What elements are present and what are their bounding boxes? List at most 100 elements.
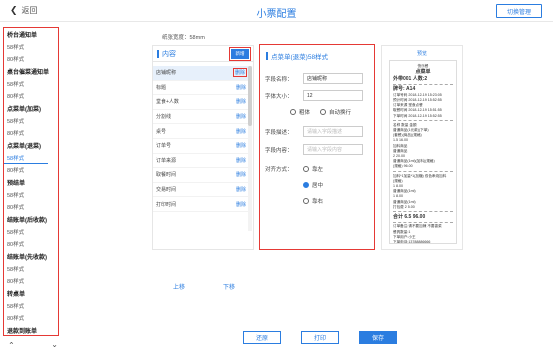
sidebar-group-label: 桥台通知单	[7, 33, 38, 39]
content-row[interactable]: 订单号 删除	[153, 139, 249, 154]
delete-row-button[interactable]: 删除	[236, 201, 246, 208]
sidebar-style-item[interactable]: 58样式	[4, 263, 58, 275]
content-row-label: 分割线	[156, 114, 172, 121]
title-accent-bar	[157, 49, 159, 58]
content-row[interactable]: 堂食+人数 删除	[153, 95, 249, 110]
delete-row-button[interactable]: 删除	[236, 128, 246, 135]
alignment-radio[interactable]	[303, 166, 309, 172]
delete-row-button[interactable]: 删除	[236, 157, 246, 164]
field-description-row: 字段描述： 请输入字段描述	[265, 126, 363, 137]
content-row[interactable]: 订单来源 删除	[153, 154, 249, 169]
receipt-line: 下单时间 2018-12-19 15:52:55	[393, 113, 442, 118]
content-row[interactable]: 分割线 删除	[153, 110, 249, 125]
receipt-divider	[393, 83, 453, 85]
sidebar-style-item[interactable]: 80样式	[4, 312, 58, 324]
delete-row-button[interactable]: 删除	[236, 171, 246, 178]
add-field-button[interactable]: 新增	[229, 46, 251, 61]
content-list-header: 内容 新增	[153, 46, 253, 62]
content-row[interactable]: 桌号 删除	[153, 124, 249, 139]
content-scrollbar[interactable]	[248, 66, 252, 231]
style-options-row: 粗体 自动换行	[290, 108, 351, 116]
field-content-input[interactable]: 请输入字段内容	[303, 144, 363, 155]
sidebar-style-item[interactable]: 80样式	[4, 53, 58, 65]
receipt-line: 外带001 人数:2	[393, 75, 428, 82]
sidebar-style-item[interactable]: 80样式	[4, 164, 58, 176]
alignment-option-label: 靠右	[312, 199, 324, 205]
content-title: 内容	[157, 49, 176, 59]
content-row[interactable]: 取餐时间 删除	[153, 168, 249, 183]
font-size-input[interactable]: 12	[303, 90, 363, 101]
auto-wrap-radio[interactable]	[320, 109, 327, 115]
sidebar-style-item[interactable]: 80样式	[4, 127, 58, 139]
sidebar-group-label: 结账单(先收款)	[7, 255, 47, 261]
bold-option[interactable]: 粗体	[290, 108, 310, 116]
content-row-label: 交易时间	[156, 187, 177, 194]
alignment-row: 对齐方式： 靠左居中靠右	[265, 165, 323, 213]
bold-radio[interactable]	[290, 109, 296, 115]
auto-wrap-option[interactable]: 自动换行	[320, 108, 351, 116]
alignment-radio[interactable]	[303, 182, 309, 188]
move-down-button[interactable]: 下移	[223, 282, 235, 291]
content-row-label: 店铺昵称	[156, 70, 177, 77]
field-description-label: 字段描述：	[265, 129, 293, 136]
content-row[interactable]: 标题 删除	[153, 81, 249, 96]
content-row-label: 堂食+人数	[156, 99, 179, 106]
sidebar-style-item[interactable]: 58样式	[4, 300, 58, 312]
sidebar-style-item[interactable]: 80样式	[4, 201, 58, 213]
sidebar-style-item[interactable]: 58样式	[4, 152, 48, 164]
sidebar-style-item[interactable]: 58样式	[4, 226, 58, 238]
bold-label: 粗体	[299, 110, 311, 116]
delete-row-button[interactable]: 删除	[236, 186, 246, 193]
content-row-label: 取餐时间	[156, 172, 177, 179]
sidebar-style-item[interactable]: 58样式	[4, 115, 58, 127]
switch-management-button[interactable]: 切换管理	[496, 4, 542, 18]
scroll-down-icon[interactable]: ⌄	[51, 340, 58, 349]
receipt-line: 合计 6.5 96.00	[393, 213, 426, 220]
print-button[interactable]: 打印	[301, 331, 339, 344]
sidebar-group-label: 点菜单(加菜)	[7, 107, 41, 113]
sidebar-style-item[interactable]: 80样式	[4, 90, 58, 102]
delete-row-button[interactable]: 删除	[236, 113, 246, 120]
sidebar-style-item[interactable]: 58样式	[4, 78, 58, 90]
sidebar-style-item[interactable]: 58样式	[4, 41, 58, 53]
receipt-line: 打包费 2 5.00	[393, 204, 415, 209]
delete-row-button[interactable]: 删除	[236, 84, 246, 91]
sidebar-style-item[interactable]: 80样式	[4, 238, 58, 250]
alignment-option-label: 居中	[312, 183, 324, 189]
scroll-up-icon[interactable]: ⌄	[8, 340, 15, 349]
page: ❮ 返回 小票配置 切换管理 桥台通知单 58样式 80样式 桌台催菜通知单 58样式 8…	[0, 0, 553, 354]
sidebar-style-item[interactable]: 58样式	[4, 189, 58, 201]
sidebar-style-item[interactable]: 80样式	[4, 275, 58, 287]
delete-row-button[interactable]: 删除	[236, 142, 246, 149]
content-row[interactable]: 店铺昵称 删除	[153, 66, 249, 81]
scrollbar-thumb[interactable]	[248, 66, 252, 126]
field-form-panel: 点菜单(退菜)58样式 字段名称： 店铺昵称 字体大小： 12 粗体 自动换行 …	[259, 44, 375, 250]
receipt-divider	[393, 221, 453, 223]
receipt-preview: 快乐餐 点菜单 外带001 人数:2 牌号: A14 订单号码 2018-12-19 1…	[389, 60, 457, 244]
alignment-label: 对齐方式：	[265, 167, 293, 173]
header: ❮ 返回 小票配置 切换管理	[0, 0, 553, 22]
content-row-label: 桌号	[156, 128, 167, 135]
alignment-option[interactable]: 居中	[303, 181, 323, 189]
receipt-divider	[393, 171, 453, 173]
alignment-option[interactable]: 靠右	[303, 197, 323, 205]
sidebar-scroll-controls: ⌄ ⌄	[8, 340, 58, 349]
font-size-row: 字体大小： 12	[265, 90, 363, 101]
field-description-input[interactable]: 请输入字段描述	[303, 126, 363, 137]
restore-button[interactable]: 还原	[243, 331, 281, 344]
field-name-row: 字段名称： 店铺昵称	[265, 73, 363, 84]
title-accent-bar	[266, 52, 268, 60]
alignment-radio[interactable]	[303, 198, 309, 204]
preview-title: 预览	[416, 51, 427, 57]
content-row-label: 订单来源	[156, 157, 177, 164]
delete-row-button[interactable]: 删除	[236, 98, 246, 105]
content-row[interactable]: 打印时间 删除	[153, 197, 249, 212]
delete-row-button[interactable]: 删除	[232, 68, 248, 78]
content-list-panel: 内容 新增 店铺昵称 删除 标题 删除 堂食+人数 删除 分割线 删除 桌号 删除 订单号 删除 订单来…	[152, 45, 254, 291]
save-button[interactable]: 保存	[359, 331, 397, 344]
move-up-button[interactable]: 上移	[173, 282, 185, 291]
alignment-option[interactable]: 靠左	[303, 165, 323, 173]
field-name-input[interactable]: 店铺昵称	[303, 73, 363, 84]
preview-panel: 预览 快乐餐 点菜单 外带001 人数:2 牌号: A14 订单号码 2018-12-1…	[381, 45, 463, 250]
content-row[interactable]: 交易时间 删除	[153, 183, 249, 198]
